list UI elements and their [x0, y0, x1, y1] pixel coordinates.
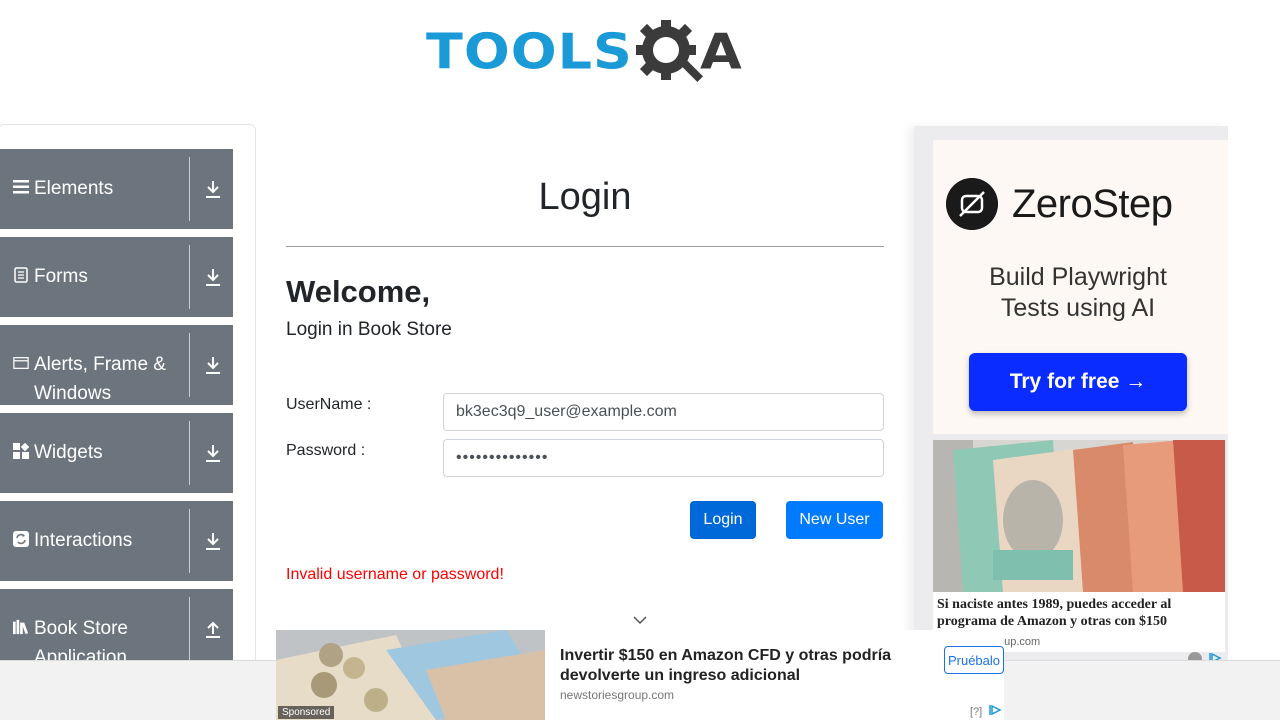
tagline-line-2: Tests using AI	[1000, 294, 1156, 322]
error-message: Invalid username or password!	[286, 566, 504, 583]
pruebalo-button[interactable]: Pruébalo	[944, 646, 1004, 674]
divider	[189, 509, 190, 573]
logo-text: TOOLS	[426, 23, 633, 81]
sidebar-group-elements[interactable]: Elements	[0, 149, 233, 229]
sponsored-label: Sponsored	[278, 706, 335, 719]
sidebar-group-label: Alerts, Frame & Windows	[34, 354, 166, 404]
chevron-down-icon[interactable]	[632, 614, 648, 626]
download-arrow-icon[interactable]	[203, 266, 223, 288]
divider	[189, 245, 190, 309]
ad-help-link[interactable]: [?]	[970, 706, 982, 718]
logo-letter-a: A	[700, 23, 742, 81]
sidebar-group-label: Widgets	[34, 442, 103, 463]
adchoices-icon[interactable]	[988, 704, 1002, 716]
login-button[interactable]: Login	[690, 501, 756, 539]
sidebar-group-alerts[interactable]: Alerts, Frame & Windows	[0, 325, 233, 405]
toolsqa-logo[interactable]: TOOLS A	[426, 14, 750, 92]
sidebar-group-label: Elements	[34, 178, 114, 199]
sidebar-group-label: Forms	[34, 266, 88, 287]
ad-domain: oup.com	[998, 636, 1041, 648]
bottom-ad-domain: newstoriesgroup.com	[560, 688, 675, 702]
sidebar-group-interactions[interactable]: Interactions	[0, 501, 233, 581]
download-arrow-icon[interactable]	[203, 178, 223, 200]
new-user-button[interactable]: New User	[786, 501, 883, 539]
books-icon	[13, 617, 29, 637]
sidebar-group-forms[interactable]: Forms	[0, 237, 233, 317]
bottom-ad[interactable]: Sponsored Invertir $150 en Amazon CFD y …	[276, 630, 1004, 720]
bottom-ad-title[interactable]: Invertir $150 en Amazon CFD y otras podr…	[560, 646, 920, 686]
welcome-heading: Welcome,	[286, 274, 431, 309]
zerostep-logo-icon	[946, 178, 998, 230]
tagline-line-1: Build Playwright	[989, 263, 1167, 291]
sidebar-group-label: Interactions	[34, 530, 133, 551]
form-icon	[13, 265, 29, 285]
page-title: Login	[538, 176, 632, 218]
download-arrow-icon[interactable]	[203, 354, 223, 376]
window-icon	[13, 353, 29, 373]
username-input[interactable]: bk3ec3q9_user@example.com	[443, 393, 884, 431]
widgets-icon	[13, 441, 29, 461]
list-icon	[13, 177, 29, 197]
zerostep-tagline: Build Playwright Tests using AI	[950, 262, 1206, 324]
banknotes-image[interactable]	[933, 440, 1225, 592]
sidebar-group-widgets[interactable]: Widgets	[0, 413, 233, 493]
gear-magnifier-icon	[636, 20, 704, 83]
divider	[189, 597, 190, 661]
sidebar-group-book-store[interactable]: Book Store Application	[0, 589, 233, 669]
password-input[interactable]: ••••••••••••••	[443, 439, 884, 477]
zerostep-brand: ZeroStep	[1012, 182, 1173, 226]
divider	[189, 333, 190, 397]
money-image[interactable]: Sponsored	[276, 630, 545, 720]
left-panel: Elements Forms Alerts, Frame & Windows W…	[0, 124, 256, 684]
title-divider	[286, 246, 884, 247]
password-label: Password :	[286, 442, 366, 459]
divider	[189, 157, 190, 221]
upload-arrow-icon[interactable]	[203, 618, 223, 640]
divider	[189, 421, 190, 485]
username-label: UserName :	[286, 396, 372, 413]
login-subtitle: Login in Book Store	[286, 319, 452, 340]
download-arrow-icon[interactable]	[203, 442, 223, 464]
try-for-free-button[interactable]: Try for free →	[969, 353, 1187, 411]
interactions-icon	[13, 529, 29, 549]
download-arrow-icon[interactable]	[203, 530, 223, 552]
